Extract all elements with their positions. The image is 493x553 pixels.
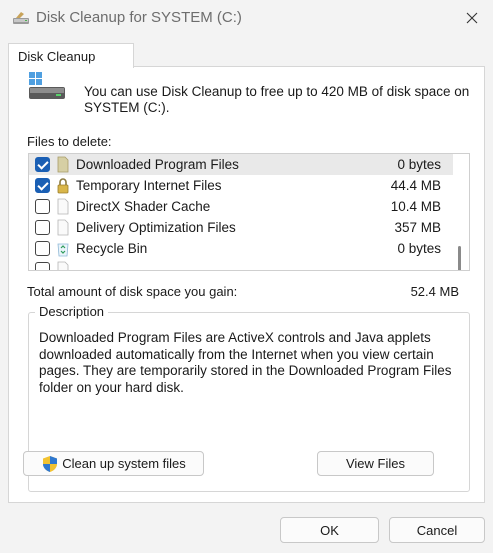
file-size: 0 bytes: [397, 241, 441, 256]
shield-icon: [43, 455, 58, 472]
total-space-label: Total amount of disk space you gain:: [27, 284, 238, 299]
file-checkbox[interactable]: [35, 178, 50, 193]
files-to-delete-label: Files to delete:: [27, 134, 112, 149]
file-name: Downloaded Program Files: [76, 157, 239, 172]
file-size: 0 bytes: [397, 157, 441, 172]
view-files-button[interactable]: View Files: [317, 451, 434, 476]
file-checkbox[interactable]: [35, 157, 50, 172]
folder-icon: [57, 156, 69, 173]
file-name: Temporary Internet Files: [76, 178, 222, 193]
file-name: Delivery Optimization Files: [76, 220, 236, 235]
list-item[interactable]: Delivery Optimization Files 357 MB: [29, 217, 453, 238]
file-name: Recycle Bin: [76, 241, 148, 256]
file-size: 10.4 MB: [390, 199, 441, 214]
close-button[interactable]: [455, 4, 489, 32]
file-checkbox[interactable]: [35, 262, 50, 270]
files-to-delete-list[interactable]: Downloaded Program Files 0 bytes Tempora…: [28, 153, 470, 271]
file-size: 44.4 MB: [390, 178, 441, 193]
file-checkbox[interactable]: [35, 220, 50, 235]
tab-disk-cleanup[interactable]: Disk Cleanup: [8, 43, 134, 68]
clean-up-system-files-button[interactable]: Clean up system files: [23, 451, 204, 476]
file-checkbox[interactable]: [35, 241, 50, 256]
list-item[interactable]: Temporary Internet Files 44.4 MB: [29, 175, 453, 196]
lock-icon: [57, 178, 69, 194]
disk-cleanup-icon: [13, 12, 29, 24]
drive-icon: [29, 72, 65, 99]
recycle-bin-icon: [57, 243, 69, 257]
file-icon: [57, 198, 69, 215]
file-icon: [57, 261, 69, 270]
list-item[interactable]: Downloaded Program Files 0 bytes: [29, 154, 453, 175]
description-legend: Description: [35, 304, 109, 319]
title-bar: Disk Cleanup for SYSTEM (C:): [0, 0, 493, 38]
close-icon: [466, 12, 478, 24]
file-size: 357 MB: [394, 220, 441, 235]
window-title: Disk Cleanup for SYSTEM (C:): [36, 9, 242, 26]
intro-text: You can use Disk Cleanup to free up to 4…: [84, 84, 470, 115]
total-space-value: 52.4 MB: [410, 284, 459, 299]
description-text: Downloaded Program Files are ActiveX con…: [39, 330, 452, 395]
list-scrollbar[interactable]: [458, 246, 461, 270]
cancel-button[interactable]: Cancel: [389, 517, 485, 543]
list-item[interactable]: DirectX Shader Cache 10.4 MB: [29, 196, 453, 217]
file-icon: [57, 219, 69, 236]
clean-up-system-files-label: Clean up system files: [62, 456, 186, 471]
list-item-partial[interactable]: [29, 259, 453, 270]
disk-cleanup-panel: You can use Disk Cleanup to free up to 4…: [8, 66, 485, 503]
ok-button[interactable]: OK: [280, 517, 379, 543]
file-name: DirectX Shader Cache: [76, 199, 211, 214]
list-item[interactable]: Recycle Bin 0 bytes: [29, 238, 453, 259]
file-checkbox[interactable]: [35, 199, 50, 214]
